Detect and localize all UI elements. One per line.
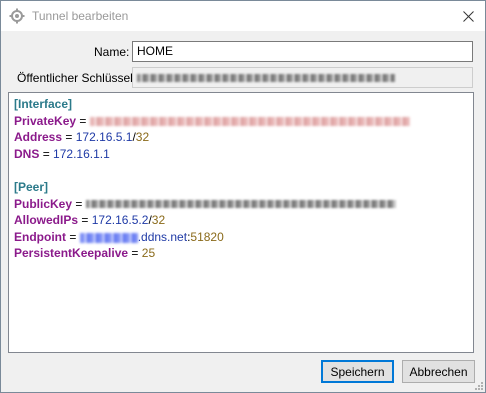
- resize-grip-icon[interactable]: [473, 380, 483, 390]
- equals-sign: =: [42, 146, 50, 161]
- public-key-key: PublicKey: [14, 196, 73, 211]
- window-title: Tunnel bearbeiten: [32, 9, 129, 23]
- peer-public-key-redacted: [85, 200, 396, 209]
- title-bar: Tunnel bearbeiten: [1, 1, 485, 31]
- equals-sign: =: [79, 113, 87, 128]
- name-label: Name:: [94, 45, 130, 59]
- peer-section-header: [Peer]: [14, 179, 49, 194]
- endpoint-host-redacted: [79, 232, 138, 243]
- private-key-redacted: [89, 116, 410, 126]
- equals-sign: =: [81, 213, 89, 228]
- public-key-field: [132, 67, 473, 88]
- public-key-redacted: [137, 73, 395, 82]
- dns-key: DNS: [14, 146, 40, 161]
- endpoint-port: 51820: [190, 229, 224, 244]
- equals-sign: =: [131, 246, 139, 261]
- cancel-button[interactable]: Abbrechen: [402, 360, 475, 383]
- address-key: Address: [14, 130, 63, 145]
- address-prefix: 32: [135, 130, 150, 145]
- name-field[interactable]: HOME: [132, 41, 473, 62]
- app-gear-icon: [9, 8, 25, 24]
- public-key-label: Öffentlicher Schlüssel:: [17, 71, 137, 85]
- config-editor[interactable]: [Interface] PrivateKey = Address = 172.1…: [8, 92, 474, 353]
- keepalive-value: 25: [141, 246, 156, 261]
- equals-sign: =: [69, 229, 77, 244]
- interface-section-header: [Interface]: [14, 97, 73, 111]
- close-icon: [462, 10, 474, 22]
- save-button[interactable]: Speichern: [321, 360, 394, 383]
- allowed-ips-prefix: 32: [151, 213, 166, 228]
- dns-value: 172.16.1.1: [53, 146, 110, 161]
- endpoint-key: Endpoint: [14, 229, 66, 244]
- equals-sign: =: [65, 130, 73, 145]
- edit-tunnel-dialog: Tunnel bearbeiten Name: HOME Öffentliche…: [0, 0, 486, 393]
- address-ip: 172.16.5.1: [75, 130, 133, 145]
- private-key-key: PrivateKey: [14, 113, 77, 128]
- keepalive-key: PersistentKeepalive: [14, 246, 129, 261]
- equals-sign: =: [75, 196, 83, 211]
- allowed-ips-ip: 172.16.5.2: [91, 213, 149, 228]
- endpoint-domain: .ddns.net: [137, 229, 188, 244]
- close-button[interactable]: [451, 1, 485, 31]
- allowed-ips-key: AllowedIPs: [14, 213, 79, 228]
